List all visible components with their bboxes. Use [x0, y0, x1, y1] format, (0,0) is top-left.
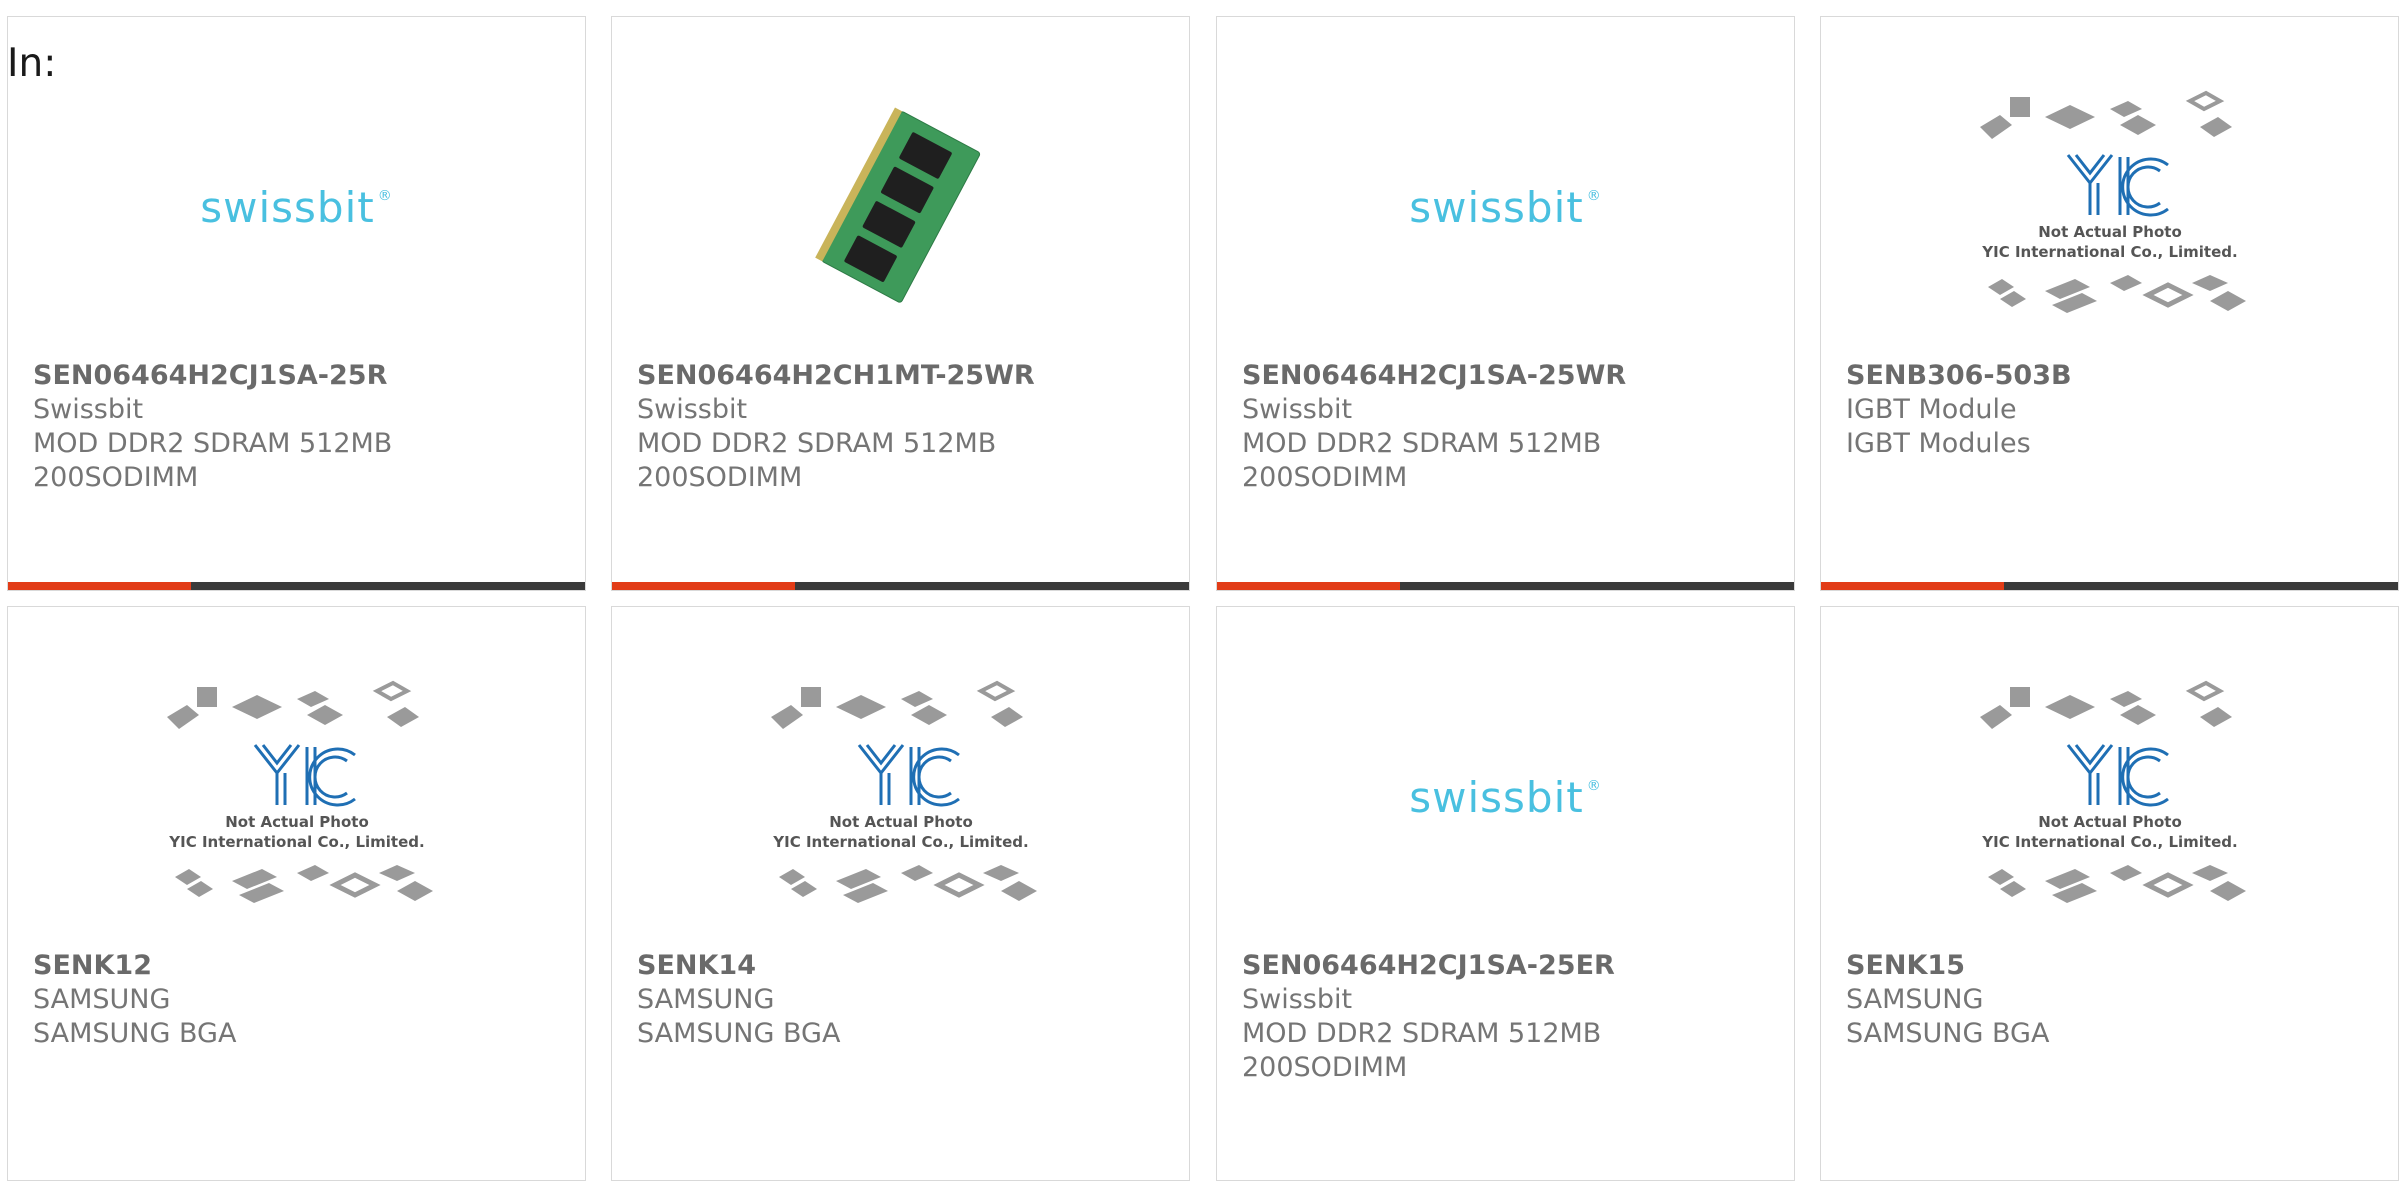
manufacturer: SAMSUNG [637, 984, 775, 1015]
card-accent-bar [1821, 582, 2004, 590]
svg-text:YIC International Co., Limited: YIC International Co., Limited. [168, 833, 424, 851]
svg-text:YIC International Co., Limited: YIC International Co., Limited. [772, 833, 1028, 851]
part-number-link[interactable]: SENK14 [637, 949, 1169, 983]
product-image[interactable]: swissbit ® [1366, 677, 1646, 917]
part-number-link[interactable]: SENK12 [33, 949, 565, 983]
card-bottom-bar [8, 582, 585, 590]
svg-text:Not Actual Photo: Not Actual Photo [2038, 223, 2182, 241]
swissbit-logo: swissbit ® [1409, 772, 1602, 822]
product-info: SENK14 SAMSUNG SAMSUNG BGA [637, 949, 1169, 1051]
svg-text:Not Actual Photo: Not Actual Photo [2038, 813, 2182, 831]
product-card[interactable]: Not Actual Photo YIC International Co., … [611, 606, 1190, 1181]
part-number-link[interactable]: SENK15 [1846, 949, 2378, 983]
product-info: SEN06464H2CJ1SA-25R Swissbit MOD DDR2 SDRA… [33, 359, 565, 495]
card-bottom-bar [612, 582, 1189, 590]
manufacturer: SAMSUNG [33, 984, 171, 1015]
description-line: MOD DDR2 SDRAM 512MB [1242, 1018, 1602, 1049]
manufacturer: SAMSUNG [1846, 984, 1984, 1015]
manufacturer: Swissbit [1242, 984, 1353, 1015]
product-card[interactable]: swissbit ® SEN06464H2CJ1SA-25WR Swissbit MO… [1216, 16, 1795, 591]
manufacturer: Swissbit [33, 394, 144, 425]
description-line: 200SODIMM [1242, 462, 1408, 493]
product-info: SEN06464H2CJ1SA-25WR Swissbit MOD DDR2 SDR… [1242, 359, 1774, 495]
memory-module-photo [814, 107, 980, 303]
product-image[interactable]: swissbit ® [1366, 87, 1646, 327]
product-image[interactable]: Not Actual Photo YIC International Co., … [1970, 87, 2250, 327]
yic-placeholder-image: Not Actual Photo YIC International Co., … [1979, 90, 2246, 313]
svg-text:YIC International Co., Limited: YIC International Co., Limited. [1981, 833, 2237, 851]
manufacturer: Swissbit [637, 394, 748, 425]
card-bottom-bar [1217, 582, 1794, 590]
part-number-link[interactable]: SEN06464H2CJ1SA-25ER [1242, 949, 1774, 983]
description-line: SAMSUNG BGA [637, 1018, 841, 1049]
svg-text:YIC International Co., Limited: YIC International Co., Limited. [1981, 243, 2237, 261]
product-image[interactable]: Not Actual Photo YIC International Co., … [157, 677, 437, 917]
product-image[interactable]: swissbit ® [157, 87, 437, 327]
card-bottom-bar [1821, 582, 2398, 590]
part-number-link[interactable]: SEN06464H2CJ1SA-25R [33, 359, 565, 393]
description-line: MOD DDR2 SDRAM 512MB [1242, 428, 1602, 459]
product-info: SENB306-503B IGBT Module IGBT Modules [1846, 359, 2378, 461]
description-line: MOD DDR2 SDRAM 512MB [33, 428, 393, 459]
part-number-link[interactable]: SENB306-503B [1846, 359, 2378, 393]
manufacturer: Swissbit [1242, 394, 1353, 425]
product-info: SEN06464H2CH1MT-25WR Swissbit MOD DDR2 SDR… [637, 359, 1169, 495]
product-info: SENK12 SAMSUNG SAMSUNG BGA [33, 949, 565, 1051]
product-info: SENK15 SAMSUNG SAMSUNG BGA [1846, 949, 2378, 1051]
description-line: 200SODIMM [33, 462, 199, 493]
part-number-link[interactable]: SEN06464H2CJ1SA-25WR [1242, 359, 1774, 393]
product-image[interactable]: Not Actual Photo YIC International Co., … [1970, 677, 2250, 917]
description-line: 200SODIMM [637, 462, 803, 493]
product-info: SEN06464H2CJ1SA-25ER Swissbit MOD DDR2 SDR… [1242, 949, 1774, 1085]
product-image[interactable]: Not Actual Photo YIC International Co., … [761, 677, 1041, 917]
product-card[interactable]: Not Actual Photo YIC International Co., … [1820, 16, 2399, 591]
manufacturer: IGBT Module [1846, 394, 2017, 425]
card-accent-bar [1217, 582, 1400, 590]
description-line: SAMSUNG BGA [33, 1018, 237, 1049]
swissbit-logo: swissbit ® [200, 182, 393, 232]
card-accent-bar [612, 582, 795, 590]
description-line: 200SODIMM [1242, 1052, 1408, 1083]
swissbit-logo: swissbit ® [1409, 182, 1602, 232]
product-card[interactable]: swissbit ® SEN06464H2CJ1SA-25R Swissbit MOD… [7, 16, 586, 591]
product-image[interactable] [761, 87, 1041, 327]
description-line: MOD DDR2 SDRAM 512MB [637, 428, 997, 459]
svg-text:Not Actual Photo: Not Actual Photo [829, 813, 973, 831]
part-number-link[interactable]: SEN06464H2CH1MT-25WR [637, 359, 1169, 393]
product-card[interactable]: swissbit ® SEN06464H2CJ1SA-25ER Swissbit MO… [1216, 606, 1795, 1181]
product-card[interactable]: SEN06464H2CH1MT-25WR Swissbit MOD DDR2 SDR… [611, 16, 1190, 591]
svg-text:Not Actual Photo: Not Actual Photo [225, 813, 369, 831]
in-label: In: [7, 41, 57, 86]
yic-placeholder-image: Not Actual Photo YIC International Co., … [1979, 680, 2246, 903]
yic-placeholder-image: Not Actual Photo YIC International Co., … [166, 680, 433, 903]
card-accent-bar [8, 582, 191, 590]
yic-placeholder-image: Not Actual Photo YIC International Co., … [770, 680, 1037, 903]
description-line: IGBT Modules [1846, 428, 2031, 459]
product-card[interactable]: Not Actual Photo YIC International Co., … [1820, 606, 2399, 1181]
product-card[interactable]: Not Actual Photo YIC International Co., … [7, 606, 586, 1181]
description-line: SAMSUNG BGA [1846, 1018, 2050, 1049]
